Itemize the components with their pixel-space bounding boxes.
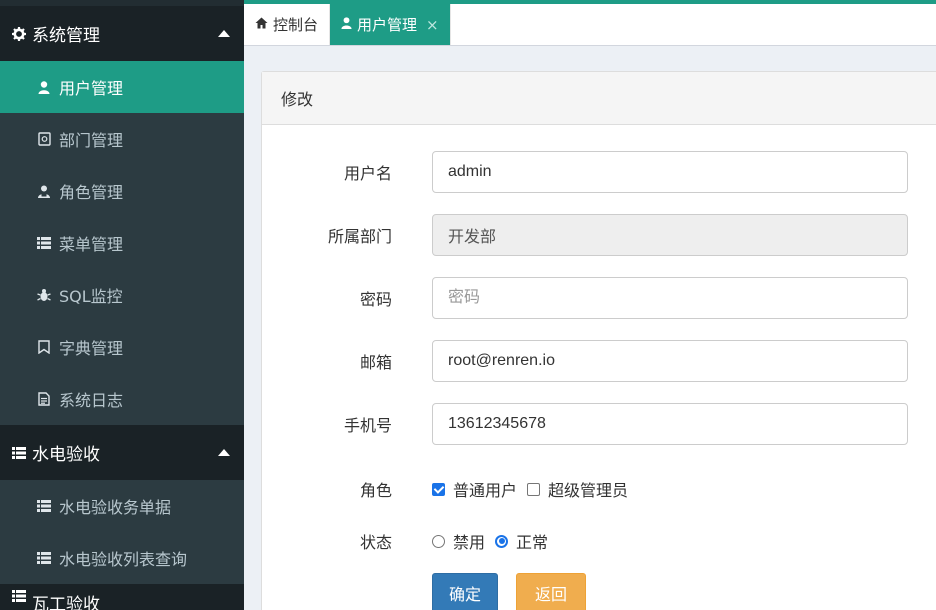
username-input[interactable] [432, 151, 908, 193]
mobile-row: 手机号 [262, 403, 936, 445]
sidebar-item-user-management[interactable]: 用户管理 [0, 61, 244, 113]
password-label: 密码 [359, 290, 392, 309]
sidebar-item-plumbing-list-query[interactable]: 水电验收列表查询 [0, 532, 244, 584]
radio-checked[interactable] [495, 534, 509, 548]
status-option-label: 禁用 [453, 533, 486, 552]
department-input[interactable] [432, 214, 908, 256]
gear-icon [10, 26, 28, 41]
role-option-label: 普通用户 [453, 481, 518, 500]
checkbox-checked[interactable] [432, 482, 445, 496]
status-option-label: 正常 [516, 533, 549, 552]
sidebar-item-label: 菜单管理 [59, 235, 124, 254]
role-option-super-admin[interactable]: 超级管理员 [527, 477, 628, 501]
list-icon [36, 237, 52, 249]
role-option-normal-user[interactable]: 普通用户 [432, 477, 517, 501]
sidebar-item-sql-monitor[interactable]: SQL监控 [0, 269, 244, 321]
user-icon [36, 80, 52, 94]
status-label: 状态 [359, 533, 392, 552]
sidebar-item-dictionary-management[interactable]: 字典管理 [0, 321, 244, 373]
confirm-button[interactable]: 确定 [432, 573, 498, 610]
sidebar-group-tiling-acceptance[interactable]: 瓦工验收 [0, 584, 244, 610]
list-icon [36, 552, 52, 564]
back-button[interactable]: 返回 [516, 573, 586, 610]
sidebar-item-role-management[interactable]: 角色管理 [0, 165, 244, 217]
close-icon[interactable]: × [426, 16, 439, 34]
sidebar-item-label: 字典管理 [59, 339, 124, 358]
tab-bar: 控制台 用户管理 × [244, 0, 936, 46]
username-label: 用户名 [343, 164, 392, 183]
password-input[interactable] [432, 277, 908, 319]
caret-up-icon [218, 29, 230, 37]
status-option-normal[interactable]: 正常 [495, 529, 548, 553]
tab-label: 控制台 [273, 16, 319, 34]
email-input[interactable] [432, 340, 908, 382]
sidebar-group-plumbing-acceptance[interactable]: 水电验收 [0, 425, 244, 480]
status-options: 禁用 正常 [432, 529, 558, 553]
tab-dashboard[interactable]: 控制台 [244, 4, 331, 45]
sidebar-item-menu-management[interactable]: 菜单管理 [0, 217, 244, 269]
bookmark-icon [36, 340, 52, 354]
sidebar-item-label: 水电验收列表查询 [59, 550, 188, 569]
password-row: 密码 [262, 277, 936, 319]
sidebar-item-label: 系统日志 [59, 391, 124, 410]
email-label: 邮箱 [359, 353, 392, 372]
list-icon [36, 500, 52, 512]
radio-unchecked[interactable] [432, 534, 445, 548]
sidebar-group-label: 系统管理 [32, 26, 100, 46]
checkbox-unchecked[interactable] [527, 482, 541, 496]
sidebar-item-department-management[interactable]: 部门管理 [0, 113, 244, 165]
role-icon [36, 185, 52, 198]
department-label: 所属部门 [327, 227, 392, 246]
panel-title: 修改 [262, 72, 936, 125]
sidebar-item-label: 用户管理 [59, 79, 124, 98]
roles-label: 角色 [359, 481, 392, 500]
sidebar-item-label: 水电验收务单据 [59, 498, 172, 517]
email-row: 邮箱 [262, 340, 936, 382]
username-row: 用户名 [262, 151, 936, 193]
sidebar-group-label: 水电验收 [32, 445, 100, 465]
tab-label: 用户管理 [357, 16, 418, 34]
mobile-input[interactable] [432, 403, 908, 445]
user-icon [341, 16, 352, 33]
sidebar-item-plumbing-documents[interactable]: 水电验收务单据 [0, 480, 244, 532]
department-icon [36, 132, 52, 146]
file-icon [36, 392, 52, 406]
status-row: 状态 禁用 正常 [262, 520, 936, 562]
list-icon [10, 590, 28, 602]
sidebar-item-label: 角色管理 [59, 183, 124, 202]
roles-options: 普通用户 超级管理员 [432, 477, 638, 501]
list-icon [10, 446, 28, 459]
sidebar-item-label: 部门管理 [59, 131, 124, 150]
bug-icon [36, 288, 52, 302]
sidebar-group-label: 瓦工验收 [32, 595, 100, 610]
caret-up-icon [218, 448, 230, 456]
home-icon [255, 17, 268, 33]
tab-user-management[interactable]: 用户管理 × [330, 4, 451, 45]
sidebar-item-label: SQL监控 [59, 287, 123, 306]
sidebar-group-system[interactable]: 系统管理 [0, 6, 244, 61]
sidebar-item-system-log[interactable]: 系统日志 [0, 373, 244, 425]
department-row: 所属部门 [262, 214, 936, 256]
sidebar: 系统管理 用户管理 部门管理 角色管理 菜单管理 SQL监控 字典管理 系统日志… [0, 0, 244, 610]
role-option-label: 超级管理员 [548, 481, 629, 500]
mobile-label: 手机号 [343, 416, 392, 435]
roles-row: 角色 普通用户 超级管理员 [262, 468, 936, 510]
edit-panel: 修改 用户名 所属部门 密码 邮箱 手机号 角色 普通用户 超级管理员 [261, 71, 936, 610]
status-option-disabled[interactable]: 禁用 [432, 529, 485, 553]
